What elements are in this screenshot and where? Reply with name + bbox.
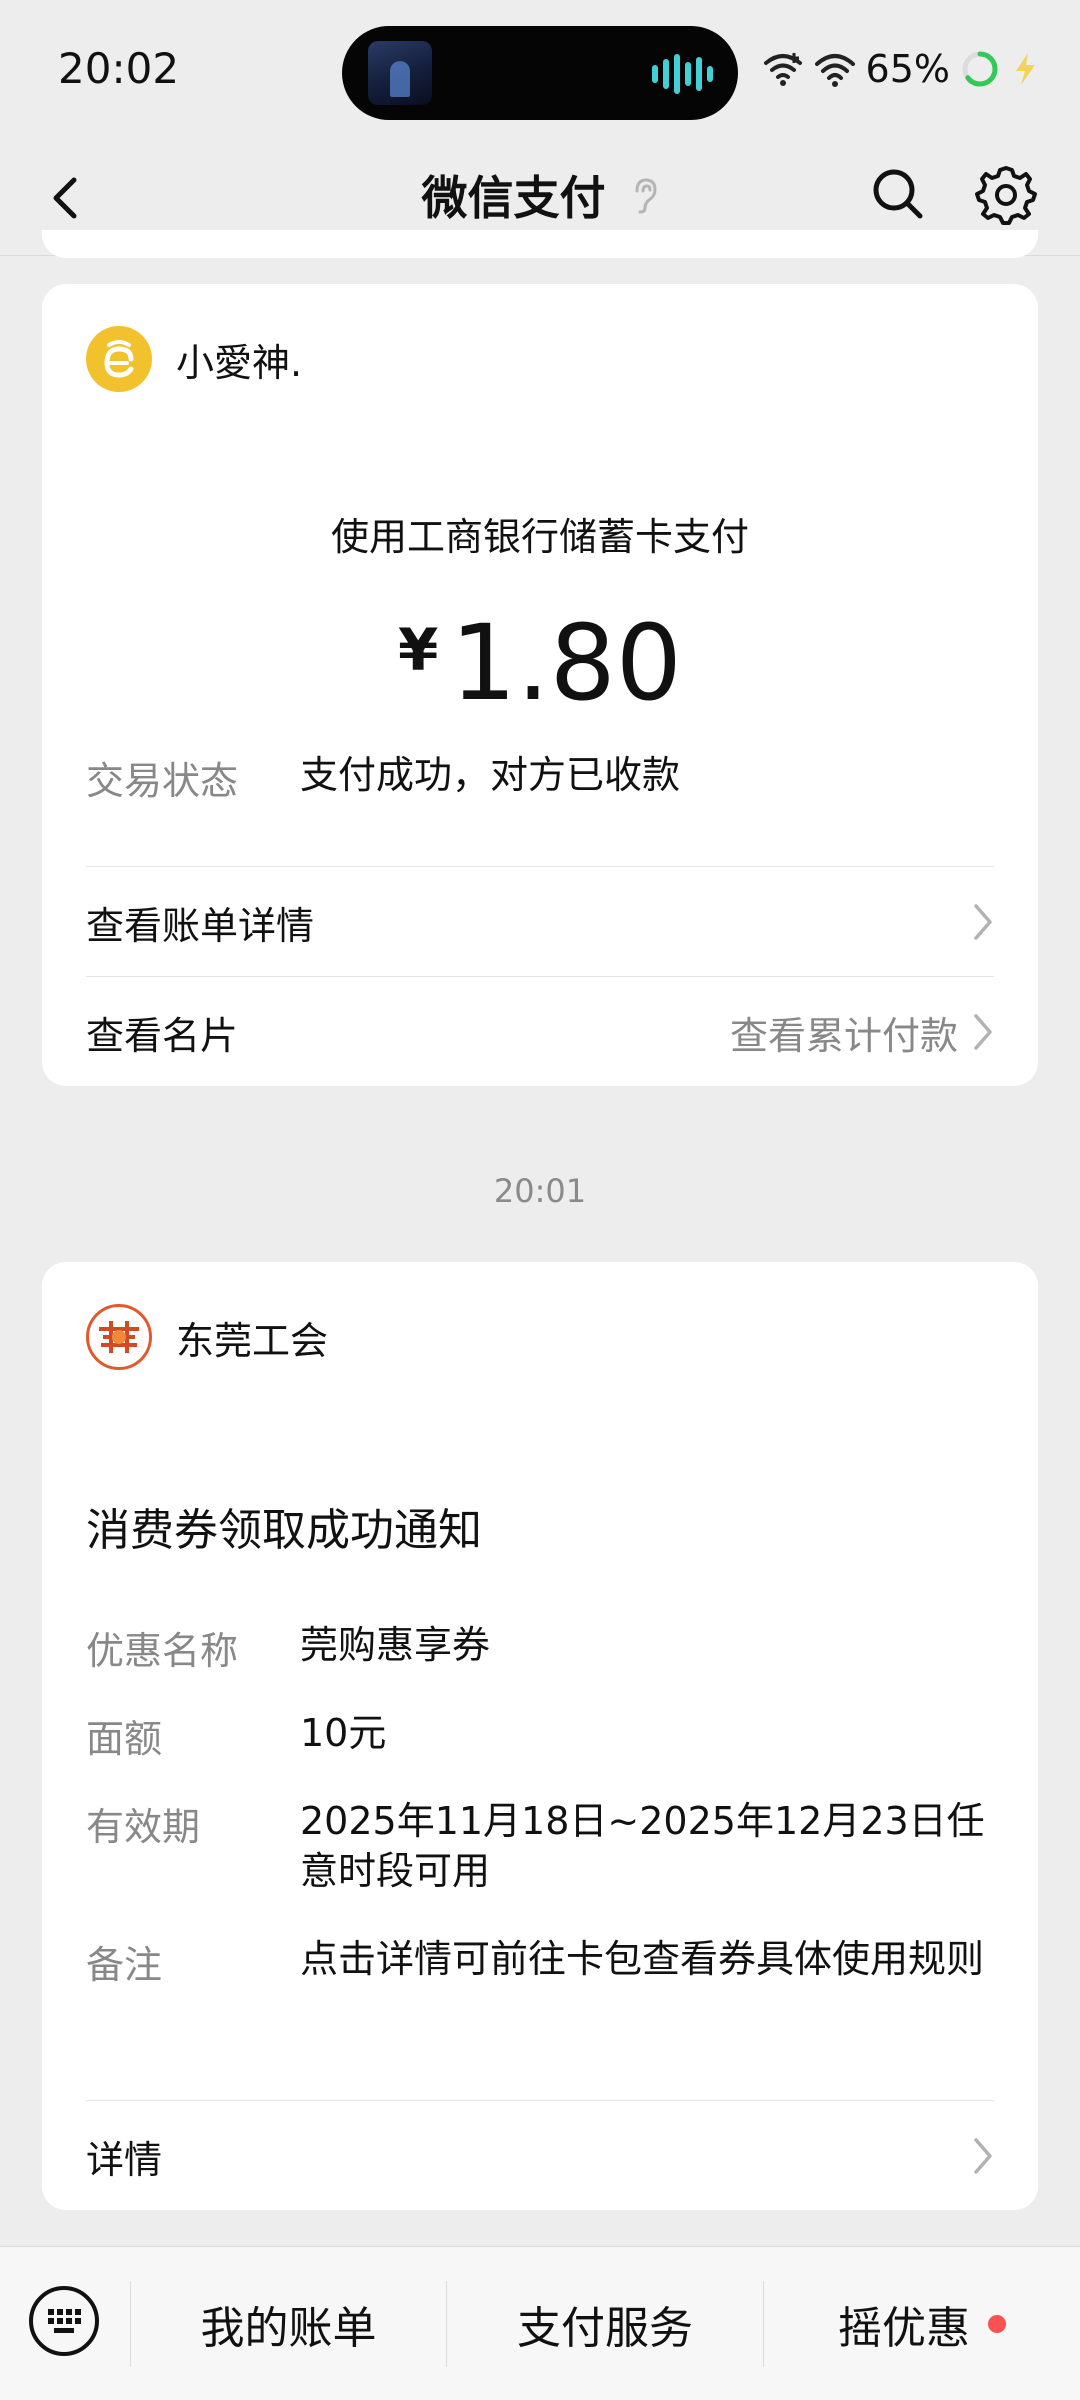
status-value: 支付成功，对方已收款 [300,753,681,797]
wifi-icon [814,54,855,87]
notice-title: 消费券领取成功通知 [86,1505,482,1556]
ear-icon[interactable] [629,175,659,215]
previous-card-edge [42,230,1038,258]
keyboard-icon[interactable] [26,2283,102,2359]
divider [86,976,994,977]
gear-icon[interactable] [972,160,1040,228]
coupon-notice-card[interactable]: 东莞工会 消费券领取成功通知 优惠名称 莞购惠享券 面额 10元 有效期 202… [42,1262,1038,2210]
page-title: 微信支付 [421,171,606,225]
view-bill-label: 查看账单详情 [86,903,315,948]
view-total-label: 查看累计付款 [729,1013,958,1058]
field-label: 优惠名称 [86,1629,239,1673]
payment-amount: ¥1.80 [42,602,1038,724]
merchant-header[interactable]: 小愛神. [86,326,302,392]
details-link[interactable]: 详情 [86,2102,994,2210]
search-icon[interactable] [866,162,930,226]
details-label: 详情 [86,2137,163,2182]
divider [86,2100,994,2101]
sender-avatar[interactable] [86,1304,152,1370]
payment-card[interactable]: 小愛神. 使用工商银行储蓄卡支付 ¥1.80 交易状态 支付成功，对方已收款 查… [42,284,1038,1086]
field-label: 备注 [86,1943,163,1987]
menu-payment-services[interactable]: 支付服务 [447,2247,763,2400]
menu-my-bills[interactable]: 我的账单 [131,2247,446,2400]
field-row: 备注 点击详情可前往卡包查看券具体使用规则 [86,1934,1000,1989]
view-card-link[interactable]: 查看名片 查看累计付款 [86,978,994,1086]
sender-header[interactable]: 东莞工会 [86,1304,328,1370]
notification-dot [988,2315,1006,2333]
field-row: 面额 10元 [86,1708,1000,1763]
merchant-name: 小愛神. [176,340,303,385]
union-logo-icon [93,1311,145,1363]
field-label: 有效期 [86,1805,201,1849]
status-row: 交易状态 支付成功，对方已收款 [86,750,680,805]
status-time: 20:02 [58,44,180,93]
field-value: 点击详情可前往卡包查看券具体使用规则 [300,1937,985,1981]
battery-ring-icon [962,51,998,87]
status-label: 交易状态 [86,759,239,803]
view-total-link[interactable]: 查看累计付款 [730,1005,994,1060]
currency-symbol: ¥ [398,616,439,684]
divider [86,866,994,867]
message-timestamp: 20:01 [493,1172,587,1210]
field-value: 2025年11月18日~2025年12月23日任意时段可用 [300,1799,985,1893]
audio-wave-icon [652,54,718,94]
field-row: 优惠名称 莞购惠享券 [86,1620,1000,1675]
view-bill-link[interactable]: 查看账单详情 [86,868,994,976]
payment-method: 使用工商银行储蓄卡支付 [330,515,749,559]
merchant-avatar[interactable] [86,326,152,392]
chevron-right-icon [974,904,992,940]
wifi-alt-icon [763,53,802,86]
bottom-menu-bar: 我的账单 支付服务 摇优惠 [0,2246,1080,2400]
menu-shake-offers[interactable]: 摇优惠 [764,2247,1080,2400]
battery-percent: 65% [865,47,950,91]
field-value: 莞购惠享券 [300,1623,491,1667]
status-icons: 65% [762,44,1040,94]
status-bar: 20:02 65% [0,0,1080,140]
field-row: 有效期 2025年11月18日~2025年12月23日任意时段可用 [86,1796,1000,1896]
field-label: 面额 [86,1717,163,1761]
dynamic-island[interactable] [342,26,738,120]
amount-value: 1.80 [450,602,682,724]
menu-shake-offers-label: 摇优惠 [838,2303,970,2354]
charging-bolt-icon [1016,53,1035,85]
sender-name: 东莞工会 [176,1318,329,1363]
view-card-label: 查看名片 [86,1013,239,1058]
merchant-logo-icon [104,340,134,378]
now-playing-cover-icon [368,41,432,105]
field-value: 10元 [300,1711,387,1755]
chevron-right-icon [974,1014,992,1050]
chevron-right-icon [974,2138,992,2174]
